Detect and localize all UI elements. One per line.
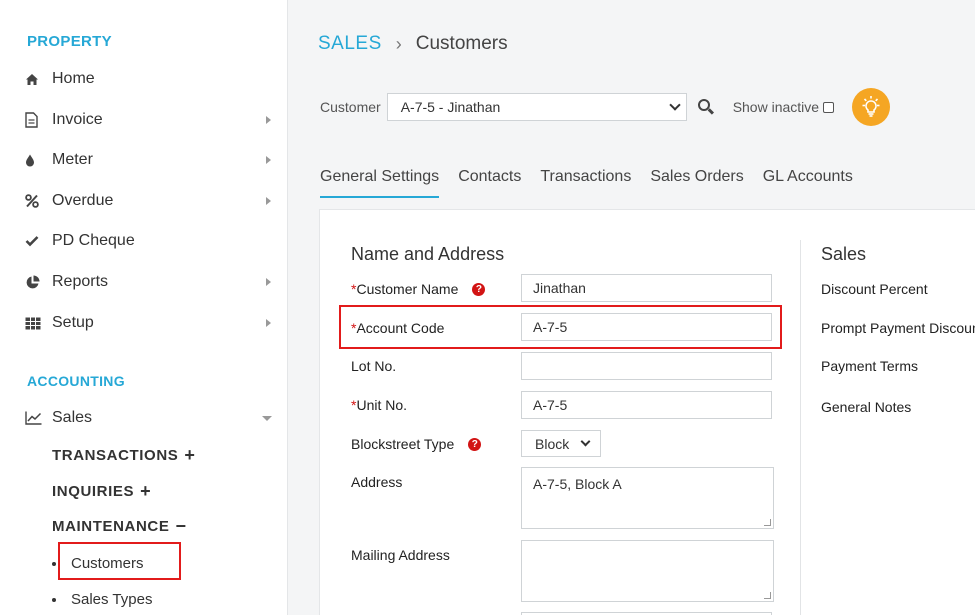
tab-contacts[interactable]: Contacts [458,167,521,198]
sidebar-item-label: Sales [52,409,93,426]
plus-icon: + [140,481,152,501]
sidebar-link-sales-types[interactable]: Sales Types [52,591,152,608]
drop-icon [25,154,52,167]
chevron-down-icon [580,436,591,447]
property-heading: PROPERTY [27,33,112,50]
sidebar-item-label: Setup [52,314,94,331]
search-icon[interactable] [697,99,714,115]
minus-icon: − [175,516,187,536]
general-settings-panel: Name and Address * Customer Name ? Jinath… [319,209,975,615]
sidebar-item-label: Invoice [52,111,103,128]
breadcrumb-sales[interactable]: SALES [318,33,382,55]
lot-no-label: Lot No. [351,358,397,374]
column-divider [800,240,801,615]
help-icon[interactable]: ? [468,437,482,451]
sidebar-item-meter[interactable]: Meter [25,147,280,173]
general-notes-label: General Notes [821,399,912,415]
tab-gl-accounts[interactable]: GL Accounts [763,167,853,198]
account-code-highlight-box [339,305,782,349]
sidebar-item-overdue[interactable]: Overdue [25,188,280,214]
mailing-address-textarea[interactable] [521,540,774,602]
prompt-payment-discount-label: Prompt Payment Discount [821,320,975,336]
percent-icon [25,194,52,208]
customer-name-label: * Customer Name ? [351,281,486,297]
sidebar-item-pd-cheque[interactable]: PD Cheque [25,228,280,254]
tab-bar: General Settings Contacts Transactions S… [320,167,872,199]
chevron-right-icon [266,116,271,124]
sales-title: Sales [821,244,867,264]
sidebar-item-label: Overdue [52,192,114,209]
payment-terms-label: Payment Terms [821,358,918,374]
check-icon [25,235,52,247]
unit-no-input[interactable]: A-7-5 [521,391,772,419]
address-textarea[interactable]: A-7-5, Block A [521,467,774,529]
sidebar-item-invoice[interactable]: Invoice [25,107,280,133]
chevron-right-icon [266,278,271,286]
chevron-down-icon [669,99,681,111]
chevron-right-icon [266,197,271,205]
blockstreet-type-select[interactable]: Block [521,430,601,457]
customer-filter: Customer A-7-5 - Jinathan Show inactive [320,93,835,121]
page-title: Customers [415,33,508,54]
lightbulb-icon[interactable] [852,88,890,126]
tab-transactions[interactable]: Transactions [540,167,631,198]
sidebar-item-label: PD Cheque [52,232,135,249]
show-inactive-checkbox[interactable] [823,101,835,113]
sidebar-item-label: Home [52,70,95,87]
sidebar-item-home[interactable]: Home [25,66,280,92]
sidebar-item-setup[interactable]: Setup [25,310,280,336]
name-address-title: Name and Address [351,244,505,264]
tab-general-settings[interactable]: General Settings [320,167,440,198]
address-label: Address [351,474,403,490]
help-icon[interactable]: ? [472,282,486,296]
maintenance-group[interactable]: MAINTENANCE − [52,517,187,535]
sidebar: PROPERTY Home Invoice Meter Overdue PD C… [0,0,288,615]
pie-chart-icon [25,275,52,290]
chevron-right-icon [266,156,271,164]
customers-highlight-box [58,542,181,580]
line-chart-icon [25,411,52,425]
plus-icon: + [184,445,196,465]
sidebar-item-reports[interactable]: Reports [25,269,280,295]
blockstreet-type-label: Blockstreet Type ? [351,436,482,452]
lot-no-input[interactable] [521,352,772,380]
customer-label: Customer [320,99,381,115]
customer-select[interactable]: A-7-5 - Jinathan [386,93,687,121]
bullet-icon [52,597,56,602]
chevron-down-icon [262,416,272,421]
home-icon [25,73,52,86]
resize-handle-icon[interactable] [764,592,771,599]
discount-percent-label: Discount Percent [821,281,928,297]
sidebar-item-sales[interactable]: Sales [25,405,280,431]
customer-name-input[interactable]: Jinathan [521,274,772,302]
inquiries-group[interactable]: INQUIRIES + [52,482,151,500]
bullet-icon [52,561,56,566]
show-inactive-toggle[interactable]: Show inactive [733,99,835,115]
chevron-right-icon [266,319,271,327]
sidebar-item-label: Meter [52,151,93,168]
resize-handle-icon[interactable] [764,519,771,526]
accounting-heading: ACCOUNTING [27,373,125,389]
tab-sales-orders[interactable]: Sales Orders [650,167,743,198]
sidebar-item-label: Reports [52,273,109,290]
grid-icon [25,317,52,330]
document-icon [25,112,52,128]
mailing-address-label: Mailing Address [351,547,450,563]
breadcrumb: SALES › Customers [318,33,508,55]
transactions-group[interactable]: TRANSACTIONS + [52,446,196,464]
breadcrumb-separator: › [395,33,402,54]
main-content: SALES › Customers Customer A-7-5 - Jinat… [289,0,975,615]
unit-no-label: * Unit No. [351,397,408,413]
